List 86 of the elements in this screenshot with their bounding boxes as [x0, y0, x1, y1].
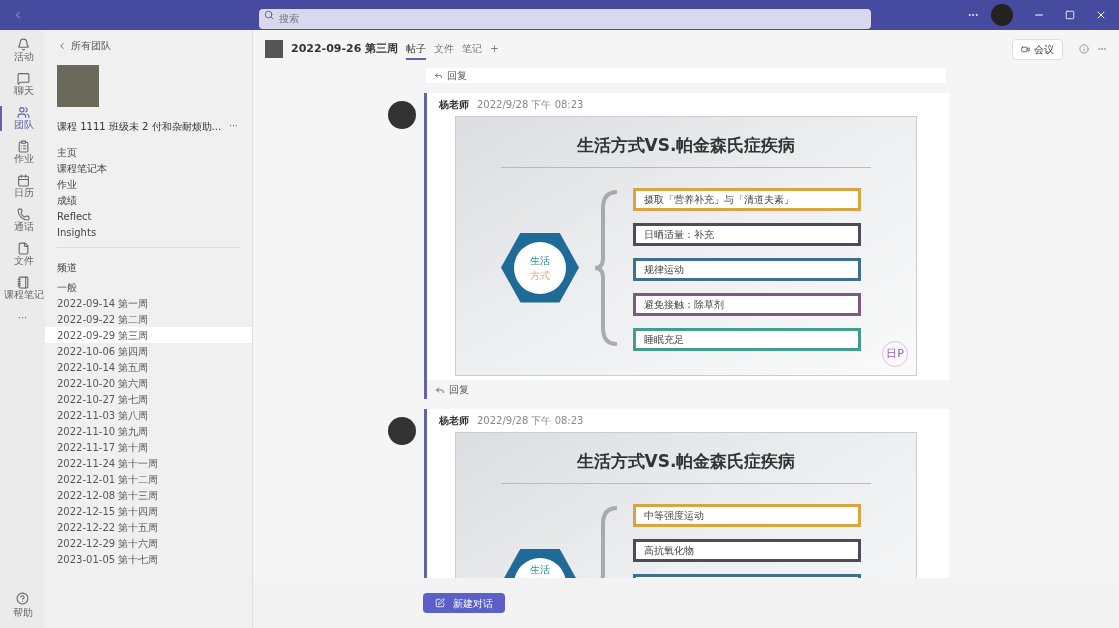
- channel-tab[interactable]: 笔记: [462, 38, 483, 60]
- reply-icon: [435, 384, 445, 395]
- rail-button[interactable]: 作业: [0, 140, 45, 165]
- rail-button[interactable]: 聊天: [0, 72, 45, 97]
- rail-icon: [17, 242, 30, 255]
- channel-item[interactable]: 2022-11-24 第十一周: [45, 455, 252, 471]
- team-photo-placeholder: [57, 65, 99, 107]
- author-name: 杨老师: [439, 98, 469, 112]
- hub-label: 生活: [530, 562, 550, 577]
- team-menu-item[interactable]: Reflect: [57, 210, 252, 223]
- team-menu-item[interactable]: 主页: [57, 146, 252, 159]
- section-heading: 频道: [57, 261, 78, 275]
- slide-item-box: 摄取「营养补充」与「清道夫素」: [633, 187, 861, 211]
- search-field[interactable]: 搜索: [259, 8, 871, 29]
- rail-button[interactable]: 文件: [0, 242, 45, 267]
- rail-button[interactable]: 课程笔记: [0, 276, 45, 301]
- more-icon[interactable]: ···: [229, 119, 238, 134]
- rail-icon: [17, 208, 30, 221]
- rail-button[interactable]: 通话: [0, 208, 45, 233]
- channel-item[interactable]: 2022-11-17 第十周: [45, 439, 252, 455]
- avatar[interactable]: [991, 4, 1013, 26]
- rail-icon: [17, 174, 30, 187]
- channel-photo-placeholder: [265, 40, 283, 58]
- rail-button[interactable]: 日历: [0, 174, 45, 199]
- author-name: 杨老师: [439, 414, 469, 428]
- channel-item[interactable]: 2022-09-22 第二周: [45, 311, 252, 327]
- channel-item[interactable]: 2022-09-14 第一周: [45, 295, 252, 311]
- channel-item[interactable]: 2022-12-15 第十四周: [45, 503, 252, 519]
- team-menu-item[interactable]: Insights: [57, 226, 252, 239]
- slide-item-box: 避免接触：除草剂: [633, 292, 861, 316]
- channel-item[interactable]: 2022-10-06 第四周: [45, 343, 252, 359]
- slide-item-box: 日晒适量：补充: [633, 222, 861, 246]
- reply-icon: [434, 71, 443, 80]
- channel-item[interactable]: 2022-12-01 第十二周: [45, 471, 252, 487]
- rail-icon: [17, 106, 30, 119]
- team-name: 课程 1111 班级未 2 付和杂耐烦助...: [57, 120, 222, 134]
- slide-item-box: 中等强度运动: [633, 503, 861, 527]
- channel-item[interactable]: 2022-12-08 第十三周: [45, 487, 252, 503]
- channel-tab[interactable]: +: [490, 38, 499, 60]
- close-icon[interactable]: [1095, 9, 1107, 21]
- search-icon: [264, 10, 274, 20]
- rail-button[interactable]: 活动: [0, 38, 45, 63]
- slide-item-box: 睡眠充足: [633, 327, 861, 351]
- channel-item[interactable]: 2022-09-29 第三周: [45, 327, 252, 343]
- channel-tab[interactable]: 文件: [434, 38, 455, 60]
- rail-icon: [17, 276, 30, 289]
- more-apps-icon[interactable]: ···: [17, 310, 28, 325]
- timestamp: 2022/9/28 下午 08:23: [477, 98, 584, 112]
- channel-title: 2022-09-26 第三周: [291, 40, 399, 57]
- timestamp: 2022/9/28 下午 08:23: [477, 414, 584, 428]
- channel-item[interactable]: 2022-10-14 第五周: [45, 359, 252, 375]
- channel-item[interactable]: 2022-12-29 第十六周: [45, 535, 252, 551]
- channel-item[interactable]: 2022-10-20 第六周: [45, 375, 252, 391]
- back-link[interactable]: 所有团队: [57, 38, 252, 53]
- meet-button[interactable]: 会议: [1012, 38, 1063, 60]
- slide-item-box: 高抗氧化物: [633, 538, 861, 562]
- team-menu-item[interactable]: 成绩: [57, 194, 252, 207]
- hub-label: 生活: [530, 253, 550, 268]
- channel-item[interactable]: 2022-10-27 第七周: [45, 391, 252, 407]
- info-icon[interactable]: [1079, 44, 1089, 54]
- channel-item[interactable]: 2023-01-05 第十七周: [45, 551, 252, 567]
- channel-item[interactable]: 2022-11-03 第八周: [45, 407, 252, 423]
- slide-title: 生活方式VS.帕金森氏症疾病: [576, 450, 796, 473]
- help-icon: [16, 592, 29, 605]
- channel-tab[interactable]: 帖子: [406, 38, 427, 60]
- slide-title: 生活方式VS.帕金森氏症疾病: [576, 134, 796, 157]
- team-menu-item[interactable]: 作业: [57, 178, 252, 191]
- channel-item[interactable]: 一般: [45, 279, 252, 295]
- avatar: [388, 101, 416, 129]
- team-menu-item[interactable]: 课程笔记本: [57, 162, 252, 175]
- back-icon: [57, 40, 67, 51]
- channel-item[interactable]: 2022-11-10 第九周: [45, 423, 252, 439]
- video-icon: [1021, 44, 1030, 54]
- hub-label: 方式: [530, 268, 550, 283]
- avatar: [388, 417, 416, 445]
- rail-icon: [17, 140, 30, 153]
- help-button[interactable]: 帮助: [12, 592, 33, 620]
- rail-icon: [17, 38, 30, 51]
- compose-icon: [435, 598, 445, 608]
- reply-button[interactable]: 回复: [426, 68, 946, 83]
- channel-item[interactable]: 2022-12-22 第十五周: [45, 519, 252, 535]
- maximize-icon[interactable]: [1065, 10, 1075, 20]
- rail-icon: [17, 72, 30, 85]
- slide-item-box: 规律运动: [633, 257, 861, 281]
- reply-button[interactable]: 回复: [427, 380, 949, 399]
- new-conversation-button[interactable]: 新建对话: [423, 593, 505, 613]
